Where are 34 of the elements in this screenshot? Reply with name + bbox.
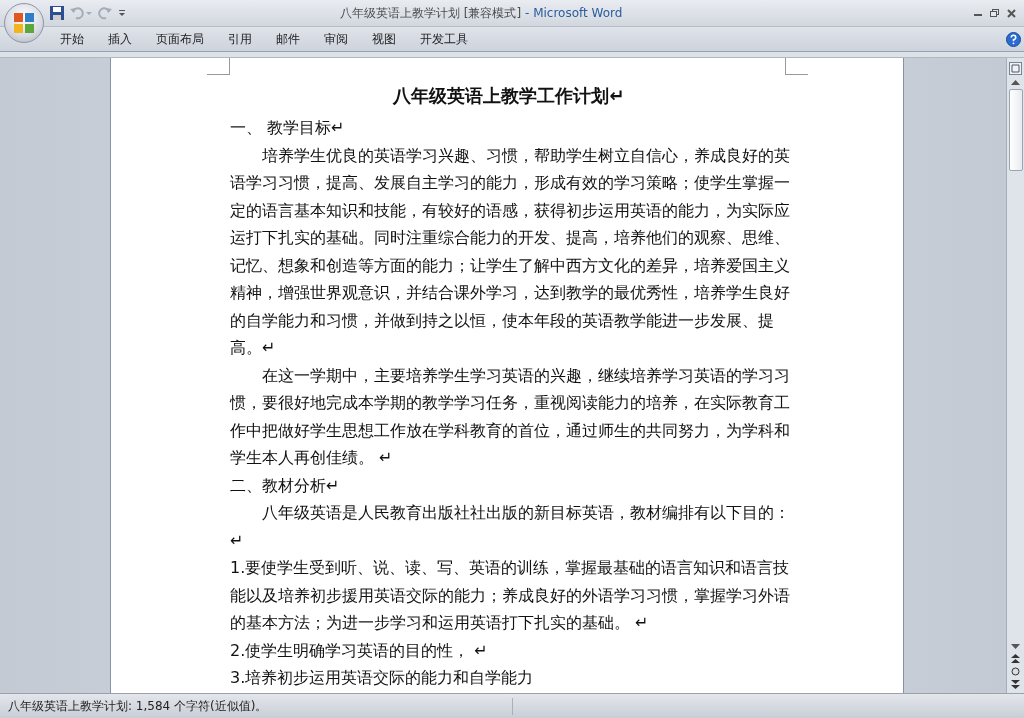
scrollbar-thumb[interactable] xyxy=(1008,89,1023,171)
ribbon-tab[interactable]: 视图 xyxy=(362,30,410,48)
help-icon[interactable] xyxy=(1006,31,1021,47)
ribbon-tab[interactable]: 插入 xyxy=(98,30,146,48)
ribbon-tab[interactable]: 邮件 xyxy=(266,30,314,48)
ribbon-tab[interactable]: 页面布局 xyxy=(146,30,218,48)
body-paragraph: 培养学生优良的英语学习兴趣、习惯，帮助学生树立自信心，养成良好的英语学习习惯，提高、发展自主学习的能力，形成有效的学习策略；使学生掌握一定的语言基本知识和技能，有较好的语感，获得初步运用英语的能力，为实际应运打下扎实的基础。同时注重综合能力的开发、提高，培养他们的观察、思维、记忆、想象和创造等方面的能力；让学生了解中西方文化的差异，培养爱国主义精神，增强世界观意识，并结合课外学习，达到教学的最优秀性，培养学生良好的自学能力和习惯，并做到持之以恒，使本年段的英语教学能进一步发展、提高。↵ xyxy=(230,144,791,359)
restore-icon[interactable] xyxy=(990,9,999,17)
office-logo-icon xyxy=(12,11,36,35)
list-item: 1.要使学生受到听、说、读、写、英语的训练，掌握最基础的语言知识和语言技能以及培养初步援用英语交际的能力；养成良好的外语学习习惯，掌握学习外语的基本方法；为进一步学习和运用英语打下扎实的基础。 ↵ xyxy=(230,557,791,634)
ribbon-tab[interactable]: 开始 xyxy=(50,30,98,48)
list-item: 2.使学生明确学习英语的目的性， ↵ xyxy=(230,639,489,662)
previous-page-icon[interactable] xyxy=(1011,654,1020,663)
document-title: 八年级英语上教学工作计划↵ xyxy=(391,84,626,108)
ribbon-tab[interactable]: 审阅 xyxy=(314,30,362,48)
list-item: 3.培养初步运用英语交际的能力和自学能力 xyxy=(230,667,535,689)
section-heading: 二、教材分析↵ xyxy=(230,474,341,497)
body-paragraph: 在这一学期中，主要培养学生学习英语的兴趣，继续培养学习英语的学习习惯，要很好地完成本学期的教学学习任务，重视阅读能力的培养，在实际教育工作中把做好学生思想工作放在学科教育的首位，通过师生的共同努力，为学科和学生本人再创佳绩。 ↵ xyxy=(230,364,791,469)
crop-mark xyxy=(207,58,230,75)
section-heading: 一、 教学目标↵ xyxy=(230,117,346,139)
browse-object-icon[interactable] xyxy=(1011,667,1020,676)
window-title: 八年级英语上教学计划 [兼容模式] - Microsoft Word xyxy=(340,4,624,22)
next-page-icon[interactable] xyxy=(1011,680,1020,689)
customize-dropdown-icon[interactable] xyxy=(118,9,126,17)
ribbon-tab[interactable]: 开发工具 xyxy=(410,30,482,48)
ruler-toggle-icon[interactable] xyxy=(1009,62,1022,75)
ribbon-tab[interactable]: 引用 xyxy=(218,30,266,48)
scroll-down-icon[interactable] xyxy=(1011,644,1020,650)
status-text: 八年级英语上教学计划: 1,584 个字符(近似值)。 xyxy=(0,697,513,715)
crop-mark xyxy=(785,58,808,75)
close-icon[interactable] xyxy=(1007,8,1016,18)
save-icon[interactable] xyxy=(50,6,64,20)
scroll-up-icon[interactable] xyxy=(1011,79,1020,85)
body-paragraph: 八年级英语是人民教育出版社社出版的新目标英语，教材编排有以下目的： ↵ xyxy=(230,502,791,552)
